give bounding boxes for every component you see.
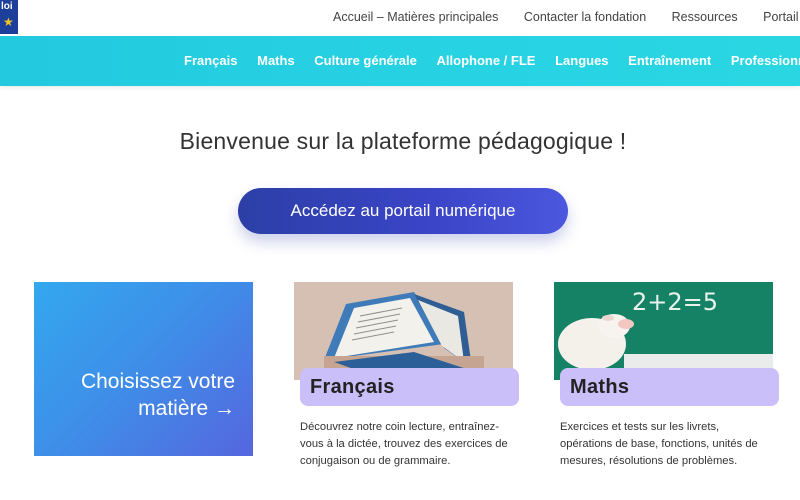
subject-card-maths[interactable]: 2+2=5 Maths Exercices et tests sur les l…	[554, 282, 779, 500]
chalkboard-illustration: 2+2=5	[554, 282, 773, 380]
logo-text: loi	[1, 1, 13, 12]
subject-card-description: Découvrez notre coin lecture, entraînez-…	[300, 421, 508, 467]
main-nav: Français Maths Culture générale Allophon…	[0, 36, 800, 86]
choose-subject-panel[interactable]: Choisissez votre matière →	[34, 282, 253, 456]
top-link-portail[interactable]: Portail nu	[763, 10, 800, 24]
nav-item-allophone-fle[interactable]: Allophone / FLE	[437, 53, 536, 68]
nav-item-entrainement[interactable]: Entraînement	[628, 53, 711, 68]
nav-links: Français Maths Culture générale Allophon…	[184, 53, 800, 68]
subject-card-title[interactable]: Français	[300, 368, 519, 406]
subject-card-francais[interactable]: Français Découvrez notre coin lecture, e…	[294, 282, 519, 500]
nav-item-langues[interactable]: Langues	[555, 53, 608, 68]
subject-card-description: Exercices et tests sur les livrets, opér…	[560, 421, 758, 467]
chalkboard-sheep-image: 2+2=5	[554, 282, 773, 380]
top-bar: loi ★ Accueil – Matières principales Con…	[0, 0, 800, 36]
nav-item-culture-generale[interactable]: Culture générale	[314, 53, 417, 68]
top-links: Accueil – Matières principales Contacter…	[333, 10, 800, 24]
top-link-ressources[interactable]: Ressources	[672, 10, 738, 24]
nav-item-francais[interactable]: Français	[184, 53, 237, 68]
chalkboard-text: 2+2=5	[632, 288, 718, 316]
top-link-accueil[interactable]: Accueil – Matières principales	[333, 10, 498, 24]
choose-subject-line-1: Choisissez votre	[80, 370, 235, 393]
star-icon: ★	[3, 15, 14, 29]
top-link-contact[interactable]: Contacter la fondation	[524, 10, 646, 24]
logo[interactable]: loi ★	[0, 0, 18, 34]
book-image	[294, 282, 513, 380]
subject-card-title[interactable]: Maths	[560, 368, 779, 406]
page-title: Bienvenue sur la plateforme pédagogique …	[179, 128, 627, 154]
nav-item-maths[interactable]: Maths	[257, 53, 295, 68]
choose-subject-line-2: matière →	[138, 397, 235, 420]
open-book-illustration	[294, 282, 513, 380]
portal-access-button[interactable]: Accédez au portail numérique	[238, 188, 568, 234]
nav-item-professionnel[interactable]: Professionnel	[731, 53, 800, 68]
choose-subject-text: Choisissez votre matière →	[81, 368, 235, 422]
